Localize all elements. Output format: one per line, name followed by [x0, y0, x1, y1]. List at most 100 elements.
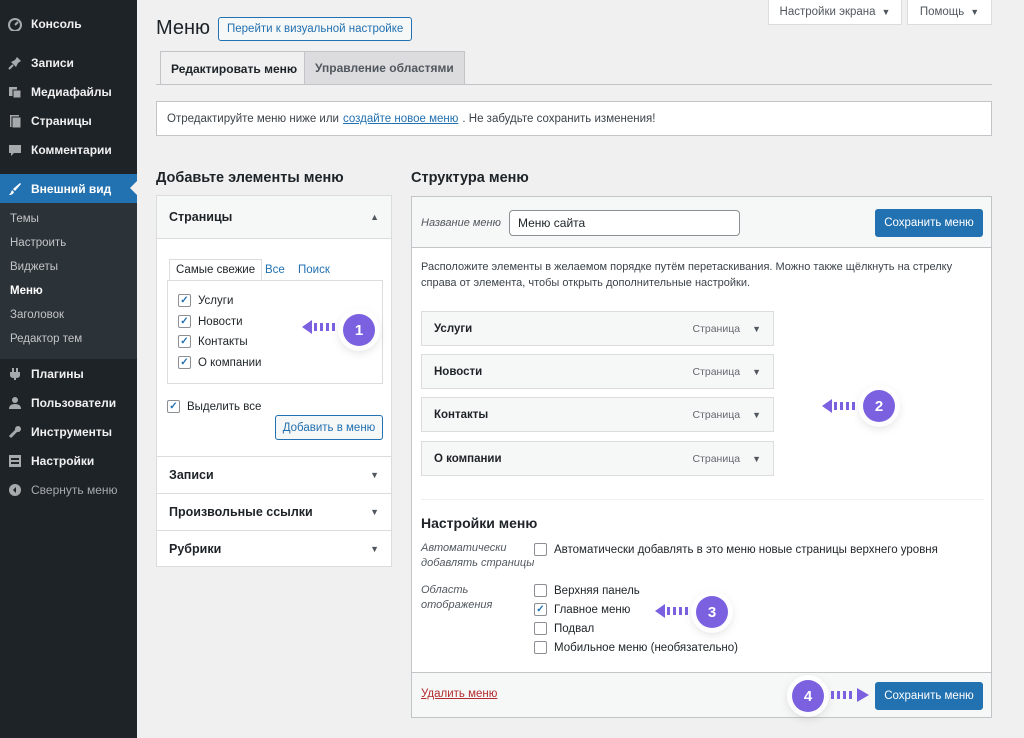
menu-name-input[interactable] — [509, 210, 740, 236]
delete-menu-link[interactable]: Удалить меню — [421, 688, 497, 700]
checkbox[interactable] — [534, 641, 547, 654]
auto-add-label: добавлять страницы — [421, 557, 535, 569]
plugin-icon — [7, 367, 23, 381]
page-checkbox-row[interactable]: ✓ Контакты — [178, 335, 248, 348]
auto-add-label: Автоматически — [421, 542, 507, 554]
submenu-item-widgets[interactable]: Виджеты — [10, 261, 58, 273]
accordion-pages-header[interactable]: Страницы ▲ — [157, 196, 391, 239]
sidebar-item-settings[interactable]: Настройки — [0, 446, 137, 475]
location-row[interactable]: Верхняя панель — [534, 584, 640, 597]
settings-divider — [421, 499, 984, 500]
submenu-item-customize[interactable]: Настроить — [10, 237, 66, 249]
comment-icon — [7, 143, 23, 157]
brush-icon — [7, 182, 23, 196]
sidebar-item-label: Настройки — [31, 453, 95, 468]
chevron-down-icon: ▼ — [370, 543, 379, 554]
chevron-down-icon: ▼ — [370, 506, 379, 517]
tab-most-recent[interactable]: Самые свежие — [169, 259, 263, 280]
sidebar-item-comments[interactable]: Комментарии — [0, 135, 137, 164]
step-badge: 2 — [863, 390, 895, 422]
chevron-down-icon[interactable]: ▼ — [752, 454, 761, 464]
sidebar-collapse-button[interactable]: Свернуть меню — [0, 475, 137, 504]
submenu-item-themes[interactable]: Темы — [10, 213, 39, 225]
checkbox-checked[interactable]: ✓ — [178, 335, 191, 348]
submenu-item-menus[interactable]: Меню — [10, 285, 43, 297]
sidebar-item-label: Плагины — [31, 366, 84, 381]
tab-view-all[interactable]: Все — [259, 259, 291, 280]
add-to-menu-button[interactable]: Добавить в меню — [275, 415, 383, 440]
caret-down-icon: ▼ — [881, 7, 891, 17]
checkbox-checked[interactable]: ✓ — [178, 356, 191, 369]
submenu-item-theme-editor[interactable]: Редактор тем — [10, 333, 82, 345]
step-badge: 4 — [792, 680, 824, 712]
chevron-down-icon[interactable]: ▼ — [752, 410, 761, 420]
create-new-menu-link[interactable]: создайте новое меню — [343, 113, 458, 125]
page-title: Меню — [156, 17, 211, 39]
sidebar-item-label: Пользователи — [31, 395, 117, 410]
sidebar-item-label: Внешний вид — [31, 181, 112, 196]
sidebar-item-label: Страницы — [31, 113, 92, 128]
caret-down-icon: ▼ — [970, 7, 980, 17]
appearance-submenu: Темы Настроить Виджеты Меню Заголовок Ре… — [0, 203, 137, 359]
sidebar-item-dashboard[interactable]: Консоль — [0, 9, 137, 38]
sidebar-item-tools[interactable]: Инструменты — [0, 417, 137, 446]
sidebar-item-label: Инструменты — [31, 424, 113, 439]
menu-item-row[interactable]: О компании Страница ▼ — [421, 441, 774, 476]
menu-item-row[interactable]: Услуги Страница ▼ — [421, 311, 774, 346]
sidebar-item-pages[interactable]: Страницы — [0, 106, 137, 135]
chevron-down-icon: ▼ — [370, 469, 379, 480]
sidebar-item-posts[interactable]: Записи — [0, 48, 137, 77]
sidebar-item-label: Консоль — [31, 16, 82, 31]
menu-structure-heading: Структура меню — [411, 170, 529, 186]
select-all-row[interactable]: ✓ Выделить все — [167, 400, 261, 413]
sidebar-item-users[interactable]: Пользователи — [0, 388, 137, 417]
auto-add-pages-row[interactable]: Автоматически добавлять в это меню новые… — [534, 543, 938, 556]
accordion-categories-header[interactable]: Рубрики ▼ — [157, 530, 391, 566]
location-label: отображения — [421, 599, 493, 611]
menu-item-row[interactable]: Новости Страница ▼ — [421, 354, 774, 389]
checkbox-checked[interactable]: ✓ — [178, 294, 191, 307]
location-row[interactable]: Мобильное меню (необязательно) — [534, 641, 738, 654]
page-checkbox-row[interactable]: ✓ Услуги — [178, 294, 233, 307]
location-row[interactable]: ✓ Главное меню — [534, 603, 630, 616]
tab-divider — [156, 84, 992, 85]
media-icon — [7, 85, 23, 99]
sidebar-item-label: Записи — [31, 55, 74, 70]
sidebar-item-appearance[interactable]: Внешний вид — [0, 174, 137, 203]
arrow-left-icon — [822, 399, 855, 413]
accordion-posts-header[interactable]: Записи ▼ — [157, 456, 391, 492]
collapse-icon — [7, 483, 23, 497]
step-badge: 3 — [696, 596, 728, 628]
tab-search[interactable]: Поиск — [292, 259, 336, 280]
menu-item-row[interactable]: Контакты Страница ▼ — [421, 397, 774, 432]
page-checkbox-row[interactable]: ✓ Новости — [178, 315, 243, 328]
tab-manage-locations[interactable]: Управление областями — [304, 51, 465, 84]
dashboard-icon — [7, 17, 23, 31]
sidebar-item-media[interactable]: Медиафайлы — [0, 77, 137, 106]
chevron-down-icon[interactable]: ▼ — [752, 367, 761, 377]
checkbox-checked[interactable]: ✓ — [178, 315, 191, 328]
menu-settings-heading: Настройки меню — [421, 515, 538, 531]
arrow-left-icon — [655, 604, 688, 618]
notice-bar: Отредактируйте меню ниже или создайте но… — [156, 101, 992, 136]
screen-options-button[interactable]: Настройки экрана ▼ — [768, 0, 902, 25]
chevron-up-icon: ▲ — [370, 212, 379, 222]
checkbox[interactable] — [534, 543, 547, 556]
checkbox-checked[interactable]: ✓ — [534, 603, 547, 616]
accordion-custom-links-header[interactable]: Произвольные ссылки ▼ — [157, 493, 391, 529]
checkbox[interactable] — [534, 622, 547, 635]
location-row[interactable]: Подвал — [534, 622, 594, 635]
checkbox-checked[interactable]: ✓ — [167, 400, 180, 413]
tab-edit-menu[interactable]: Редактировать меню — [160, 51, 309, 85]
submenu-item-header[interactable]: Заголовок — [10, 309, 64, 321]
wrench-icon — [7, 425, 23, 439]
save-menu-button-top[interactable]: Сохранить меню — [875, 209, 983, 237]
chevron-down-icon[interactable]: ▼ — [752, 324, 761, 334]
location-label: Область — [421, 584, 469, 596]
page-checkbox-row[interactable]: ✓ О компании — [178, 356, 261, 369]
sidebar-item-plugins[interactable]: Плагины — [0, 359, 137, 388]
checkbox[interactable] — [534, 584, 547, 597]
help-button[interactable]: Помощь ▼ — [907, 0, 992, 25]
save-menu-button-bottom[interactable]: Сохранить меню — [875, 682, 983, 710]
visual-customize-button[interactable]: Перейти к визуальной настройке — [218, 17, 413, 41]
